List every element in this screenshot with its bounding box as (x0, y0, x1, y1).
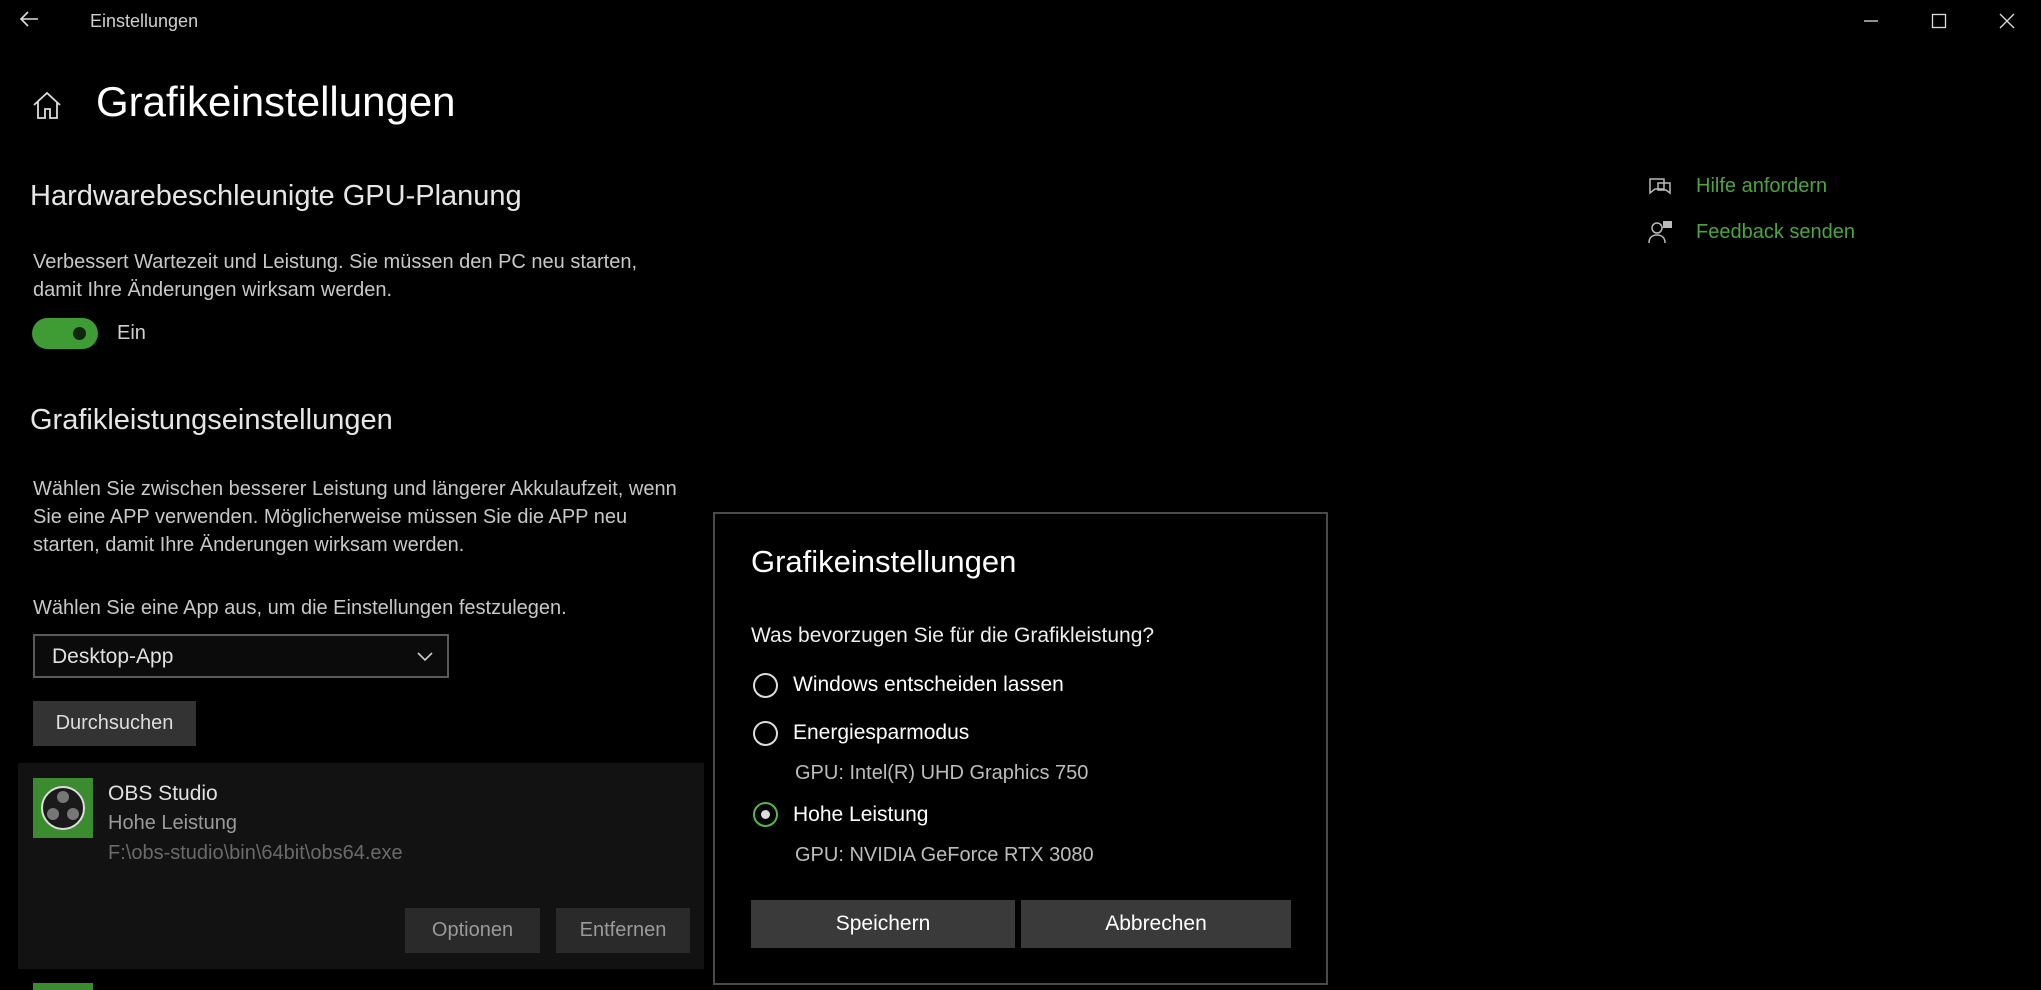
app-type-dropdown[interactable]: Desktop-App (33, 634, 449, 678)
dialog-title: Grafikeinstellungen (751, 544, 1017, 579)
page-title: Grafikeinstellungen (96, 78, 456, 125)
description-line: starten, damit Ihre Änderungen wirksam w… (33, 534, 465, 556)
help-link[interactable]: Hilfe anfordern (1696, 175, 1827, 198)
remove-button[interactable]: Entfernen (556, 908, 690, 953)
toggle-knob (73, 327, 86, 340)
description-line: damit Ihre Änderungen wirksam werden. (33, 279, 393, 301)
app-path: F:\obs-studio\bin\64bit\obs64.exe (108, 842, 403, 864)
option-label[interactable]: Energiesparmodus (793, 721, 969, 745)
browse-button[interactable]: Durchsuchen (33, 701, 196, 746)
description-line: Verbessert Wartezeit und Leistung. Sie m… (33, 251, 638, 273)
gpu-scheduling-description: Verbessert Wartezeit und Leistung. Sie m… (33, 248, 637, 304)
dialog-question: Was bevorzugen Sie für die Grafikleistun… (751, 624, 1155, 647)
home-icon[interactable] (30, 89, 66, 125)
options-button[interactable]: Optionen (405, 908, 540, 953)
arrow-left-icon (19, 11, 38, 27)
dropdown-value: Desktop-App (52, 645, 174, 668)
option-gpu-info: GPU: NVIDIA GeForce RTX 3080 (795, 844, 1094, 866)
description-line: Wählen Sie zwischen besserer Leistung un… (33, 478, 677, 500)
close-button[interactable] (1977, 4, 2037, 40)
chevron-down-icon (417, 652, 433, 662)
select-app-prompt: Wählen Sie eine App aus, um die Einstell… (33, 597, 567, 619)
save-button[interactable]: Speichern (751, 900, 1015, 948)
option-gpu-info: GPU: Intel(R) UHD Graphics 750 (795, 762, 1089, 784)
obs-studio-icon (33, 778, 93, 838)
next-app-icon (33, 983, 93, 990)
app-name: OBS Studio (108, 782, 218, 805)
back-button[interactable] (18, 8, 48, 36)
close-icon (1999, 13, 2015, 29)
cancel-button[interactable]: Abbrechen (1021, 900, 1291, 948)
gpu-scheduling-toggle[interactable] (32, 318, 98, 349)
feedback-link[interactable]: Feedback senden (1696, 221, 1855, 244)
help-icon (1646, 173, 1674, 201)
graphics-performance-heading: Grafikleistungseinstellungen (30, 404, 393, 436)
gpu-scheduling-heading: Hardwarebeschleunigte GPU-Planung (30, 180, 522, 212)
radio-power-saving[interactable] (753, 721, 778, 746)
maximize-button[interactable] (1909, 4, 1969, 40)
window-title: Einstellungen (90, 11, 199, 31)
app-preference: Hohe Leistung (108, 812, 237, 834)
maximize-icon (1931, 13, 1947, 29)
radio-selected-dot (761, 810, 770, 819)
title-bar (0, 0, 2041, 44)
description-line: Sie eine APP verwenden. Möglicherweise m… (33, 506, 628, 528)
option-label[interactable]: Hohe Leistung (793, 803, 928, 827)
toggle-state-label: Ein (117, 322, 146, 344)
radio-let-windows-decide[interactable] (753, 673, 778, 698)
graphics-performance-description: Wählen Sie zwischen besserer Leistung un… (33, 475, 677, 559)
option-label[interactable]: Windows entscheiden lassen (793, 673, 1064, 697)
feedback-icon (1646, 218, 1674, 246)
radio-high-performance[interactable] (753, 802, 778, 827)
minimize-icon (1864, 20, 1878, 22)
minimize-button[interactable] (1841, 4, 1901, 40)
